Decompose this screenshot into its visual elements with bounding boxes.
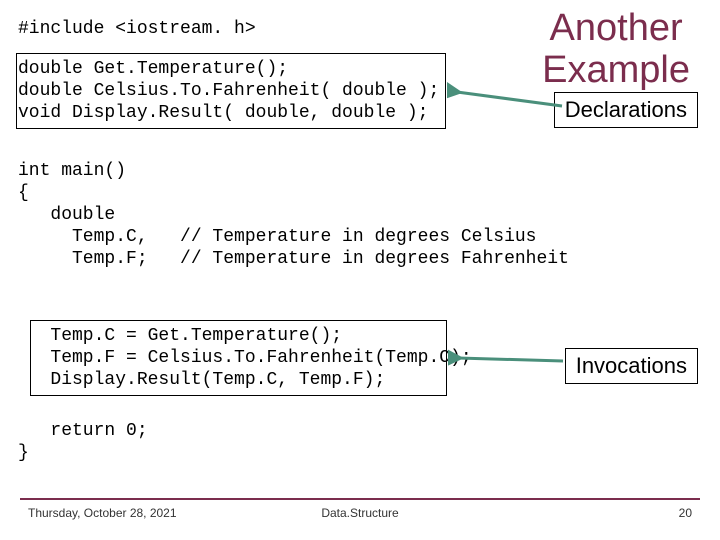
footer-divider bbox=[20, 498, 700, 500]
invocations-label: Invocations bbox=[565, 348, 698, 384]
code-main1: int main() bbox=[18, 160, 126, 183]
code-return: return 0; bbox=[18, 420, 148, 443]
title-line1: Another bbox=[550, 7, 683, 49]
code-inv1: Temp.C = Get.Temperature(); bbox=[18, 325, 342, 348]
code-inv3: Display.Result(Temp.C, Temp.F); bbox=[18, 369, 385, 392]
code-decl3: void Display.Result( double, double ); bbox=[18, 102, 428, 125]
declarations-label: Declarations bbox=[554, 92, 698, 128]
code-decl2: double Celsius.To.Fahrenheit( double ); bbox=[18, 80, 439, 103]
slide: Another Example #include <iostream. h> d… bbox=[0, 0, 720, 540]
arrow-declarations bbox=[447, 82, 567, 116]
footer-center: Data.Structure bbox=[0, 506, 720, 520]
code-end: } bbox=[18, 442, 29, 465]
code-main2: { bbox=[18, 182, 29, 205]
code-inv2: Temp.F = Celsius.To.Fahrenheit(Temp.C); bbox=[18, 347, 472, 370]
code-include: #include <iostream. h> bbox=[18, 18, 256, 41]
code-var2: Temp.C, // Temperature in degrees Celsiu… bbox=[18, 226, 536, 249]
code-var3: Temp.F; // Temperature in degrees Fahren… bbox=[18, 248, 569, 271]
code-decl1: double Get.Temperature(); bbox=[18, 58, 288, 81]
arrow-invocations bbox=[448, 346, 568, 376]
footer-page-number: 20 bbox=[679, 506, 692, 520]
code-var1: double bbox=[18, 204, 115, 227]
slide-title: Another Example bbox=[542, 8, 690, 92]
